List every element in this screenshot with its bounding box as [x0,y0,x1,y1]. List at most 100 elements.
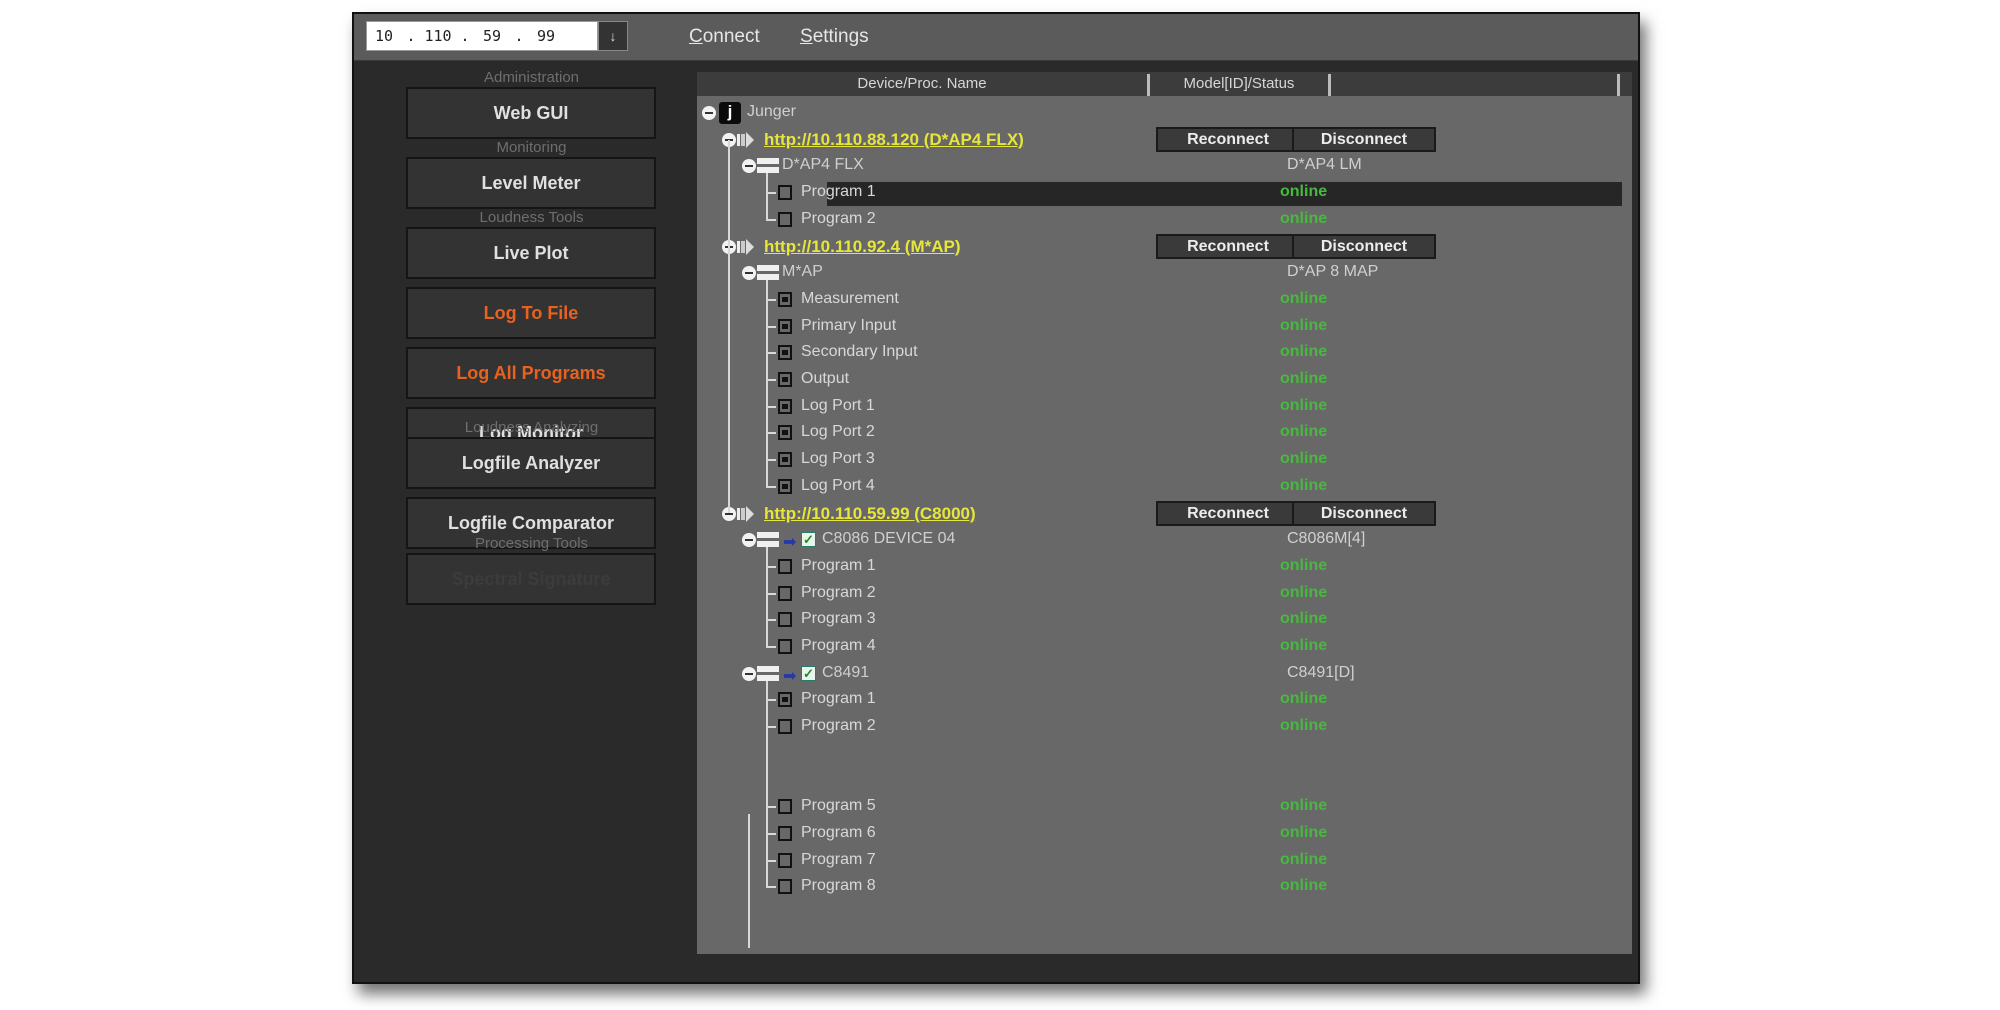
program-name: Program 6 [801,823,876,841]
tree-node-program[interactable]: Log Port 3 online [697,447,1632,473]
reconnect-button[interactable]: Reconnect [1156,126,1300,152]
program-status: online [1280,476,1328,494]
device-enabled-checkbox[interactable]: ✓ [801,532,816,548]
program-status: online [1280,289,1328,307]
program-status: online [1280,396,1328,414]
tree-node-program[interactable]: Program 5 online [697,794,1632,820]
spectral-signature-button: Spectral Signature [406,553,656,605]
program-name: Output [801,370,850,387]
column-separator[interactable] [1617,74,1620,96]
program-icon [778,558,792,574]
program-name: Program 5 [801,797,876,815]
connection-link[interactable]: http://10.110.88.120 (D*AP4 FLX) [764,130,1024,150]
device-enabled-checkbox[interactable]: ✓ [801,665,816,681]
reconnect-button[interactable]: Reconnect [1156,233,1300,259]
tree-node-device[interactable]: M*AP D*AP 8 MAP [697,260,1632,286]
ip-dot: . [514,27,524,45]
tree-node-program[interactable]: Output online [697,367,1632,393]
program-status: online [1280,423,1328,441]
tree-node-program[interactable]: Log Port 4 online [697,474,1632,500]
tree-node-program[interactable]: Log Port 1 online [697,394,1632,420]
tree-node-program[interactable]: Program 1 online [697,180,1632,207]
program-name: Program 1 [801,690,876,708]
ip-octet-3[interactable]: 59 [475,27,509,45]
program-name: Program 4 [801,637,876,654]
tree-node-program[interactable]: Primary Input online [697,314,1632,340]
collapse-toggle-icon[interactable] [742,159,756,174]
tree-node-program[interactable]: Program 7 online [697,848,1632,874]
section-label: Loudness Analyzing [464,419,599,436]
collapse-toggle-icon[interactable] [702,106,716,120]
ip-history-dropdown-button[interactable]: ↓ [598,21,628,51]
app-window: 10 . 110 . 59 . 99 ↓ Connect Settings Ad… [352,12,1640,984]
tree-node-program[interactable]: Measurement online [697,287,1632,313]
tree-line [766,680,768,889]
tree-node-connection[interactable]: http://10.110.88.120 (D*AP4 FLX) Reconnec… [697,126,1632,153]
column-header-model-status[interactable]: Model[ID]/Status [1150,72,1328,96]
disconnect-button[interactable]: Disconnect [1292,126,1436,152]
tree-node-device[interactable]: ➡ ✓ C8086 DEVICE 04 C8086M[4] [697,527,1632,553]
program-name: Program 2 [801,583,876,601]
arrow-down-icon: ↓ [609,28,617,44]
tree-node-program[interactable]: Program 3 online [697,607,1632,633]
program-status: online [1280,370,1328,387]
program-icon [778,612,792,628]
tree-node-program[interactable]: Program 1 online [697,554,1632,580]
web-gui-button[interactable]: Web GUI [406,87,656,139]
program-icon [778,185,792,201]
menu-settings[interactable]: Settings [800,26,869,48]
connection-link[interactable]: http://10.110.59.99 (C8000) [764,504,976,524]
reconnect-button[interactable]: Reconnect [1156,500,1300,526]
tree-node-program[interactable]: Program 2 online [697,581,1632,607]
live-plot-button[interactable]: Live Plot [406,227,656,279]
device-name: C8086 DEVICE 04 [822,530,956,548]
tree-node-connection[interactable]: http://10.110.92.4 (M*AP) Reconnect Discon… [697,233,1632,260]
tree-node-program[interactable]: Program 6 online [697,821,1632,847]
program-status: online [1280,316,1328,334]
column-header-name[interactable]: Device/Proc. Name [697,72,1147,96]
log-to-file-button[interactable]: Log To File [406,287,656,339]
tree-line [766,547,768,648]
ip-address-input[interactable]: 10 . 110 . 59 . 99 [366,21,598,51]
program-icon [778,879,792,895]
tree-line [766,173,768,221]
tree-node-device[interactable]: ➡ ✓ C8491 C8491[D] [697,661,1632,687]
menu-connect[interactable]: Connect [689,26,760,48]
program-status: online [1280,717,1328,735]
ip-octet-2[interactable]: 110 [421,27,455,45]
ip-octet-1[interactable]: 10 [367,27,401,45]
program-status: online [1280,450,1328,468]
connection-icon [737,237,761,257]
program-status: online [1280,850,1328,868]
program-icon [778,452,792,468]
program-icon [778,639,792,654]
column-header-actions[interactable] [1331,72,1617,96]
tree-node-program[interactable]: Program 4 online [697,634,1632,660]
tree-node-program[interactable]: Program 1 online [697,687,1632,713]
program-name: Secondary Input [801,343,918,361]
connection-link[interactable]: http://10.110.92.4 (M*AP) [764,237,961,257]
program-icon [778,372,792,387]
tree-node-program[interactable]: Program 8 online [697,874,1632,900]
program-icon [778,719,792,735]
collapse-toggle-icon[interactable] [742,533,756,548]
logfile-analyzer-button[interactable]: Logfile Analyzer [406,437,656,489]
tree-node-device[interactable]: D*AP4 FLX D*AP4 LM [697,153,1632,179]
device-icon [757,665,779,682]
disconnect-button[interactable]: Disconnect [1292,233,1436,259]
ip-dot: . [460,27,470,45]
level-meter-button[interactable]: Level Meter [406,157,656,209]
tree-node-program[interactable]: Program 2 online [697,714,1632,740]
collapse-toggle-icon[interactable] [742,266,756,281]
tree-node-root[interactable]: j Junger [697,100,1632,126]
program-status: online [1280,183,1328,201]
tree-node-program[interactable]: Program 2 online [697,207,1632,233]
collapse-toggle-icon[interactable] [742,666,756,681]
tree-node-program[interactable]: Log Port 2 online [697,420,1632,446]
log-all-programs-button[interactable]: Log All Programs [406,347,656,399]
disconnect-button[interactable]: Disconnect [1292,500,1436,526]
tree-node-connection[interactable]: http://10.110.59.99 (C8000) Reconnect Disc… [697,500,1632,527]
ip-octet-4[interactable]: 99 [529,27,563,45]
tree-node-program[interactable]: Secondary Input online [697,340,1632,366]
program-icon [778,398,792,414]
